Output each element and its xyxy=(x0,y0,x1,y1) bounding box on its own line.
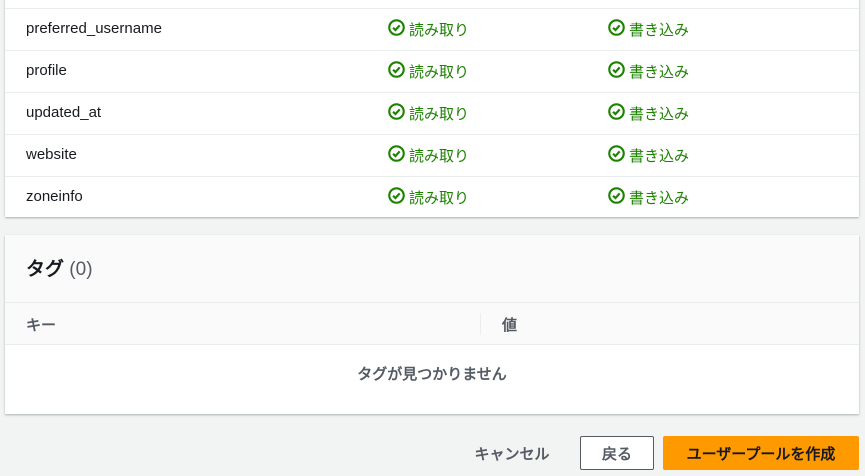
write-label: 書き込み xyxy=(629,64,690,81)
attribute-name: website xyxy=(26,146,77,163)
write-permission: 書き込み xyxy=(608,187,689,208)
table-row: website 読み取り 書き込み xyxy=(5,134,859,176)
table-row: updated_at 読み取り 書き込み xyxy=(5,92,859,134)
read-permission: 読み取り xyxy=(388,145,469,166)
back-button[interactable]: 戻る xyxy=(580,436,654,470)
attribute-name: zoneinfo xyxy=(26,188,83,205)
read-permission: 読み取り xyxy=(388,187,469,208)
read-label: 読み取り xyxy=(409,106,470,123)
table-row: profile 読み取り 書き込み xyxy=(5,50,859,92)
check-circle-icon xyxy=(388,187,405,208)
check-circle-icon xyxy=(388,61,405,82)
write-label: 書き込み xyxy=(629,106,690,123)
write-label: 書き込み xyxy=(629,190,690,207)
tags-header: タグ (0) xyxy=(5,235,859,303)
tags-count: (0) xyxy=(69,259,93,280)
check-circle-icon xyxy=(608,145,625,166)
check-circle-icon xyxy=(608,19,625,40)
attribute-name: profile xyxy=(26,62,67,79)
tags-table-header: キー 値 xyxy=(5,303,859,345)
check-circle-icon xyxy=(608,61,625,82)
cancel-button[interactable]: キャンセル xyxy=(462,436,562,470)
attributes-table: preferred_username 読み取り 書き込み profile 読み取り… xyxy=(5,0,859,217)
write-permission: 書き込み xyxy=(608,19,689,40)
write-label: 書き込み xyxy=(629,148,690,165)
tags-title: タグ xyxy=(26,259,65,280)
read-permission: 読み取り xyxy=(388,19,469,40)
attribute-name: preferred_username xyxy=(26,20,162,37)
write-permission: 書き込み xyxy=(608,61,689,82)
table-row: zoneinfo 読み取り 書き込み xyxy=(5,176,859,218)
create-user-pool-button[interactable]: ユーザープールを作成 xyxy=(663,436,859,470)
read-permission: 読み取り xyxy=(388,103,469,124)
write-label: 書き込み xyxy=(629,22,690,39)
read-label: 読み取り xyxy=(409,22,470,39)
table-row: preferred_username 読み取り 書き込み xyxy=(5,8,859,50)
read-permission: 読み取り xyxy=(388,61,469,82)
write-permission: 書き込み xyxy=(608,103,689,124)
check-circle-icon xyxy=(388,145,405,166)
tags-panel: タグ (0) キー 値 タグが見つかりません xyxy=(5,235,859,414)
attribute-name: updated_at xyxy=(26,104,102,121)
column-value: 値 xyxy=(502,317,518,334)
check-circle-icon xyxy=(608,187,625,208)
column-key: キー xyxy=(26,317,57,334)
column-divider[interactable] xyxy=(480,313,481,335)
read-label: 読み取り xyxy=(409,148,470,165)
check-circle-icon xyxy=(608,103,625,124)
read-label: 読み取り xyxy=(409,64,470,81)
write-permission: 書き込み xyxy=(608,145,689,166)
check-circle-icon xyxy=(388,19,405,40)
tags-empty-message: タグが見つかりません xyxy=(357,366,507,383)
read-label: 読み取り xyxy=(409,190,470,207)
check-circle-icon xyxy=(388,103,405,124)
